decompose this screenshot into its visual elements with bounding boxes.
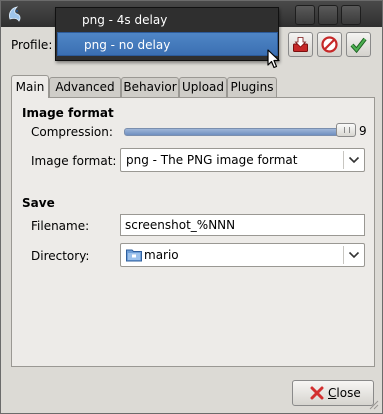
save-heading: Save [22, 196, 55, 210]
directory-chooser[interactable]: mario [120, 243, 365, 267]
directory-value: mario [144, 248, 179, 262]
profile-dropdown-menu: png - 4s delay png - no delay [55, 7, 279, 61]
close-button[interactable]: Close [292, 380, 374, 406]
close-icon [310, 386, 324, 400]
window-minimize-button[interactable] [295, 5, 315, 25]
image-format-select[interactable]: png - The PNG image format [120, 148, 365, 172]
image-format-label: Image format: [31, 154, 117, 168]
window-maximize-button[interactable] [318, 5, 338, 25]
screenshooter-window: Profile: Main Advanced Behavior Upload P… [0, 0, 383, 414]
image-format-heading: Image format [22, 106, 114, 120]
tab-upload[interactable]: Upload [179, 77, 227, 97]
chevron-down-icon [348, 251, 360, 259]
apply-profile-icon [350, 37, 367, 53]
compression-slider-handle[interactable] [336, 123, 356, 137]
delete-profile-button[interactable] [317, 32, 342, 57]
tab-main[interactable]: Main [11, 75, 49, 98]
delete-profile-icon [321, 36, 338, 53]
profile-option-png-no-delay[interactable]: png - no delay [57, 32, 278, 56]
compression-label: Compression: [31, 125, 113, 139]
close-label-rest: lose [336, 386, 361, 400]
folder-icon [126, 249, 142, 262]
tab-advanced[interactable]: Advanced [49, 77, 121, 97]
app-logo-icon[interactable] [6, 5, 24, 23]
filename-field[interactable] [120, 214, 365, 236]
chevron-down-icon [348, 156, 360, 164]
save-profile-icon [293, 37, 308, 52]
profile-label: Profile: [11, 38, 53, 52]
compression-slider[interactable] [124, 128, 356, 136]
close-button-label: Close [328, 381, 361, 405]
compression-value: 9 [359, 124, 367, 138]
profile-option-png-4s-delay[interactable]: png - 4s delay [56, 8, 278, 32]
tab-behavior[interactable]: Behavior [121, 77, 179, 97]
save-profile-button[interactable] [288, 32, 313, 57]
directory-label: Directory: [31, 249, 90, 263]
mouse-pointer-icon [267, 49, 280, 69]
tab-plugins[interactable]: Plugins [227, 77, 277, 97]
filename-label: Filename: [31, 219, 90, 233]
image-format-value: png - The PNG image format [126, 153, 298, 167]
apply-profile-button[interactable] [346, 32, 371, 57]
main-tab-panel: Image format Compression: 9 Image format… [11, 97, 375, 367]
resize-grip-icon[interactable] [369, 400, 379, 410]
window-close-button[interactable] [341, 5, 361, 25]
filename-input[interactable] [121, 215, 364, 235]
